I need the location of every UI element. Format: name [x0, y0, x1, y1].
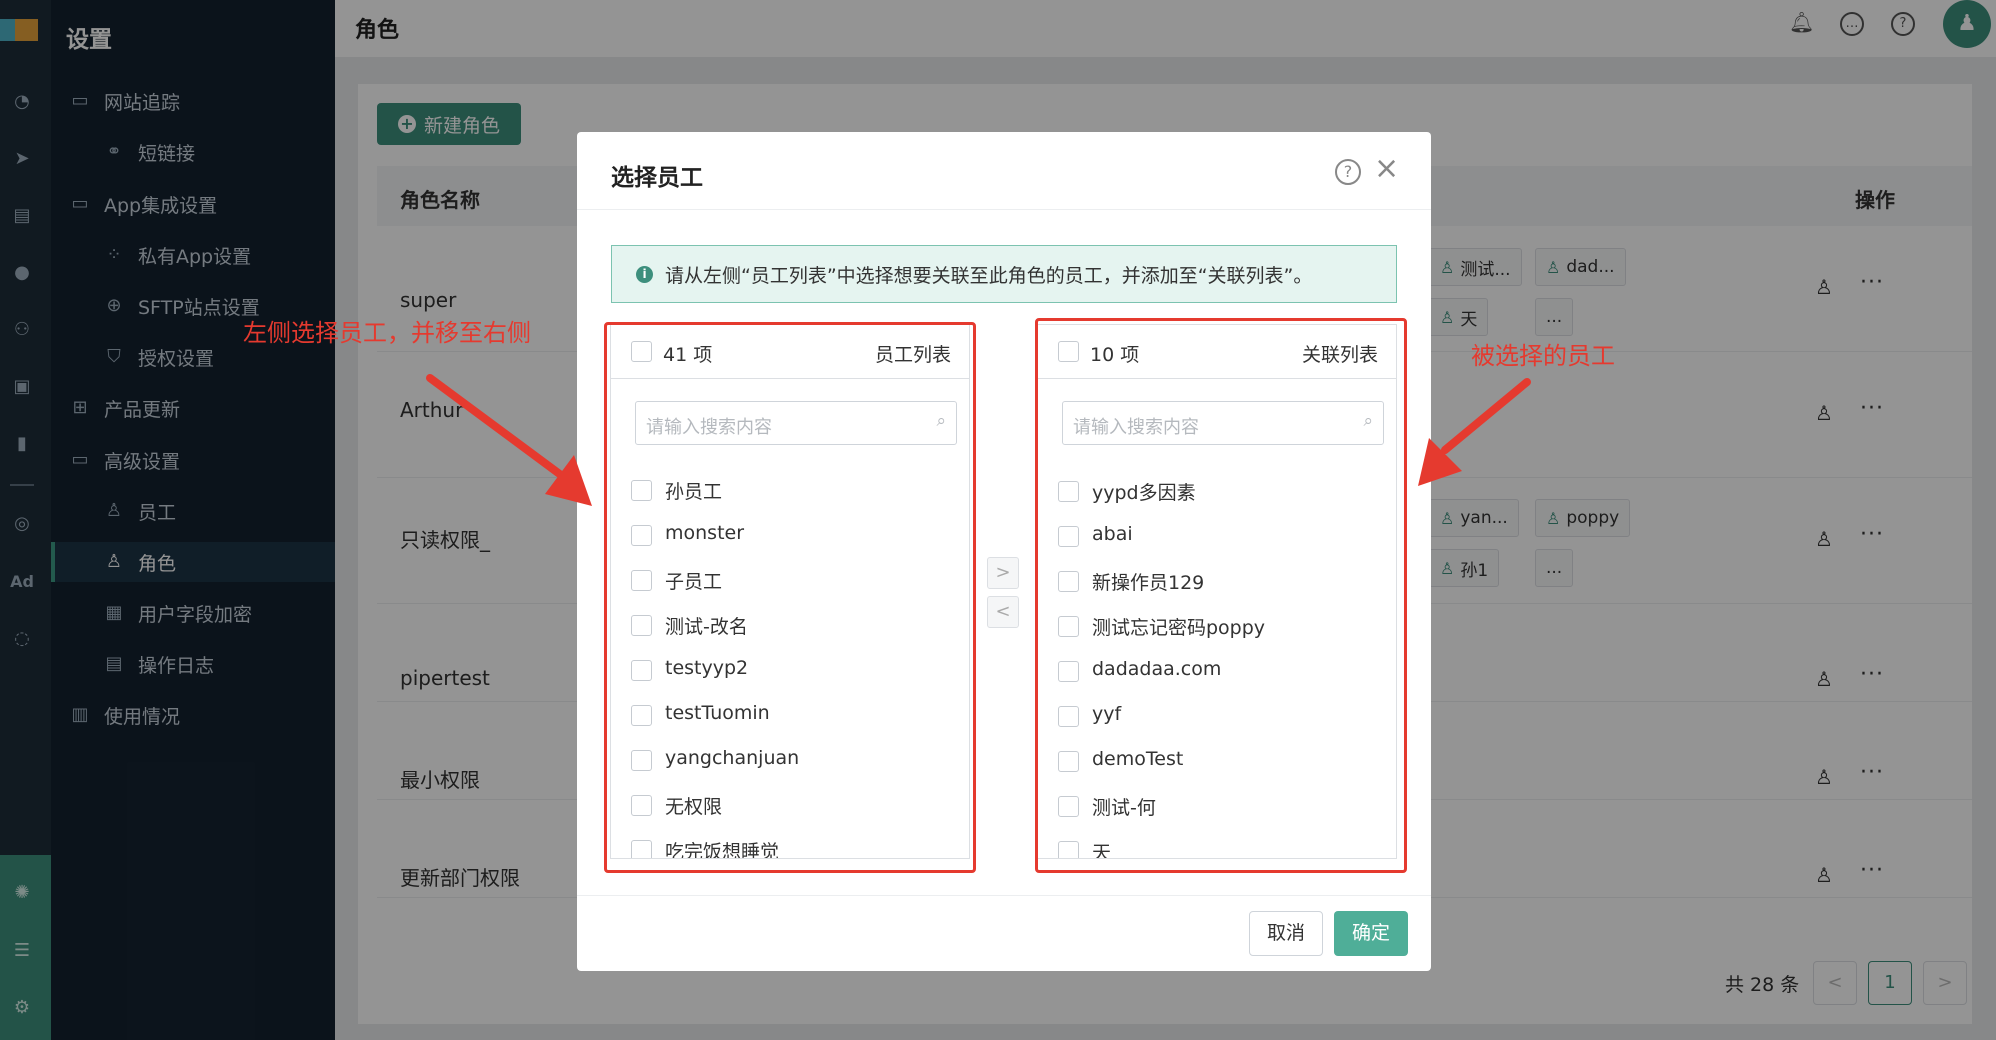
help-icon[interactable]: ? — [1335, 159, 1361, 185]
dialog-title: 选择员工 — [611, 165, 703, 191]
info-icon: i — [636, 265, 653, 283]
annotation-box-left — [604, 322, 976, 873]
divider — [577, 209, 1431, 210]
move-right-button[interactable]: > — [987, 557, 1019, 589]
annotation-left-text: 左侧选择员工，并移至右侧 — [243, 319, 531, 347]
cancel-button[interactable]: 取消 — [1249, 911, 1323, 956]
info-alert: i 请从左侧“员工列表”中选择想要关联至此角色的员工，并添加至“关联列表”。 — [611, 245, 1397, 303]
confirm-button[interactable]: 确定 — [1334, 911, 1408, 956]
alert-text: 请从左侧“员工列表”中选择想要关联至此角色的员工，并添加至“关联列表”。 — [665, 264, 1313, 287]
annotation-box-right — [1035, 318, 1407, 873]
close-icon[interactable]: × — [1374, 154, 1399, 184]
divider — [577, 895, 1431, 896]
annotation-right-text: 被选择的员工 — [1471, 342, 1615, 370]
move-left-button[interactable]: < — [987, 596, 1019, 628]
